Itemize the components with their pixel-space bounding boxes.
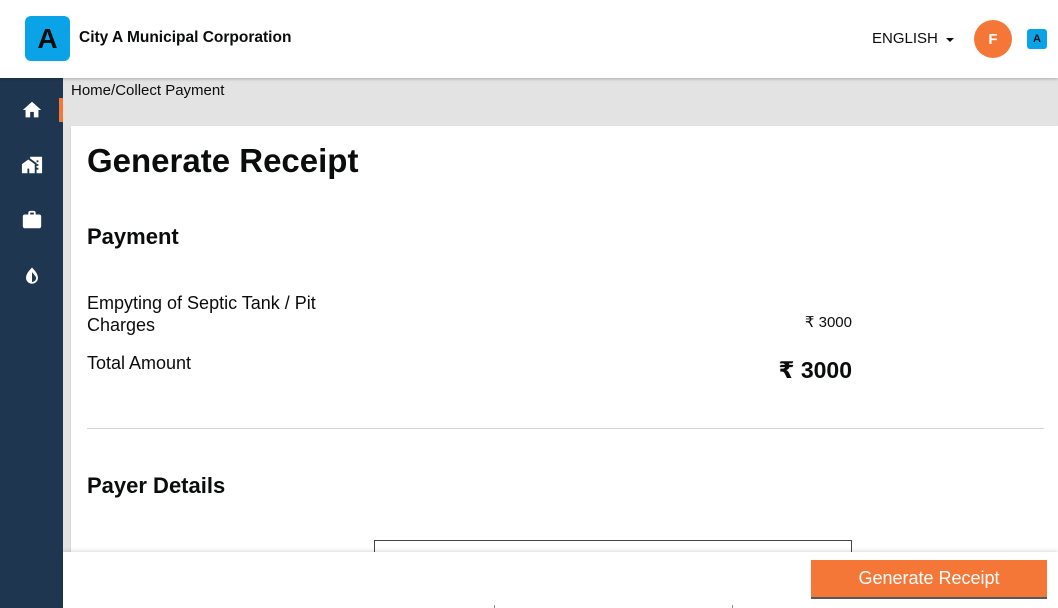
payment-line-label: Empyting of Septic Tank / Pit Charges	[87, 293, 316, 335]
buildings-icon	[21, 156, 42, 174]
top-header: A City A Municipal Corporation ENGLISH F…	[0, 0, 1058, 78]
language-dropdown[interactable]: ENGLISH	[872, 30, 954, 47]
payment-line-amount: ₹ 3000	[804, 314, 852, 331]
city-name: City A Municipal Corporation	[79, 29, 292, 46]
breadcrumb: Home/Collect Payment	[71, 82, 224, 99]
sidebar-item-sanitation[interactable]	[0, 256, 63, 296]
breadcrumb-current: Collect Payment	[115, 82, 225, 99]
user-avatar[interactable]: F	[974, 20, 1012, 58]
sidebar-item-trade[interactable]	[0, 200, 63, 240]
total-amount-label: Total Amount	[87, 353, 192, 373]
section-divider	[87, 428, 1044, 429]
briefcase-icon	[22, 210, 41, 229]
brand-mini-logo: A	[1027, 29, 1047, 49]
water-drop-icon	[25, 267, 38, 284]
breadcrumb-home[interactable]: Home	[71, 82, 111, 99]
payer-details-title: Payer Details	[87, 473, 226, 498]
caret-down-icon	[945, 37, 954, 42]
city-logo[interactable]: A	[25, 16, 70, 61]
sidebar-item-property[interactable]	[0, 145, 63, 185]
home-icon	[22, 101, 41, 118]
generate-receipt-button[interactable]: Generate Receipt	[811, 560, 1047, 599]
sidebar	[0, 78, 63, 608]
payment-section-title: Payment	[87, 224, 179, 249]
page-title: Generate Receipt	[87, 142, 359, 179]
language-label: ENGLISH	[872, 30, 938, 47]
action-bar: Generate Receipt	[63, 552, 1058, 608]
total-amount-value: ₹ 3000	[778, 357, 852, 383]
sidebar-item-home[interactable]	[0, 90, 63, 130]
